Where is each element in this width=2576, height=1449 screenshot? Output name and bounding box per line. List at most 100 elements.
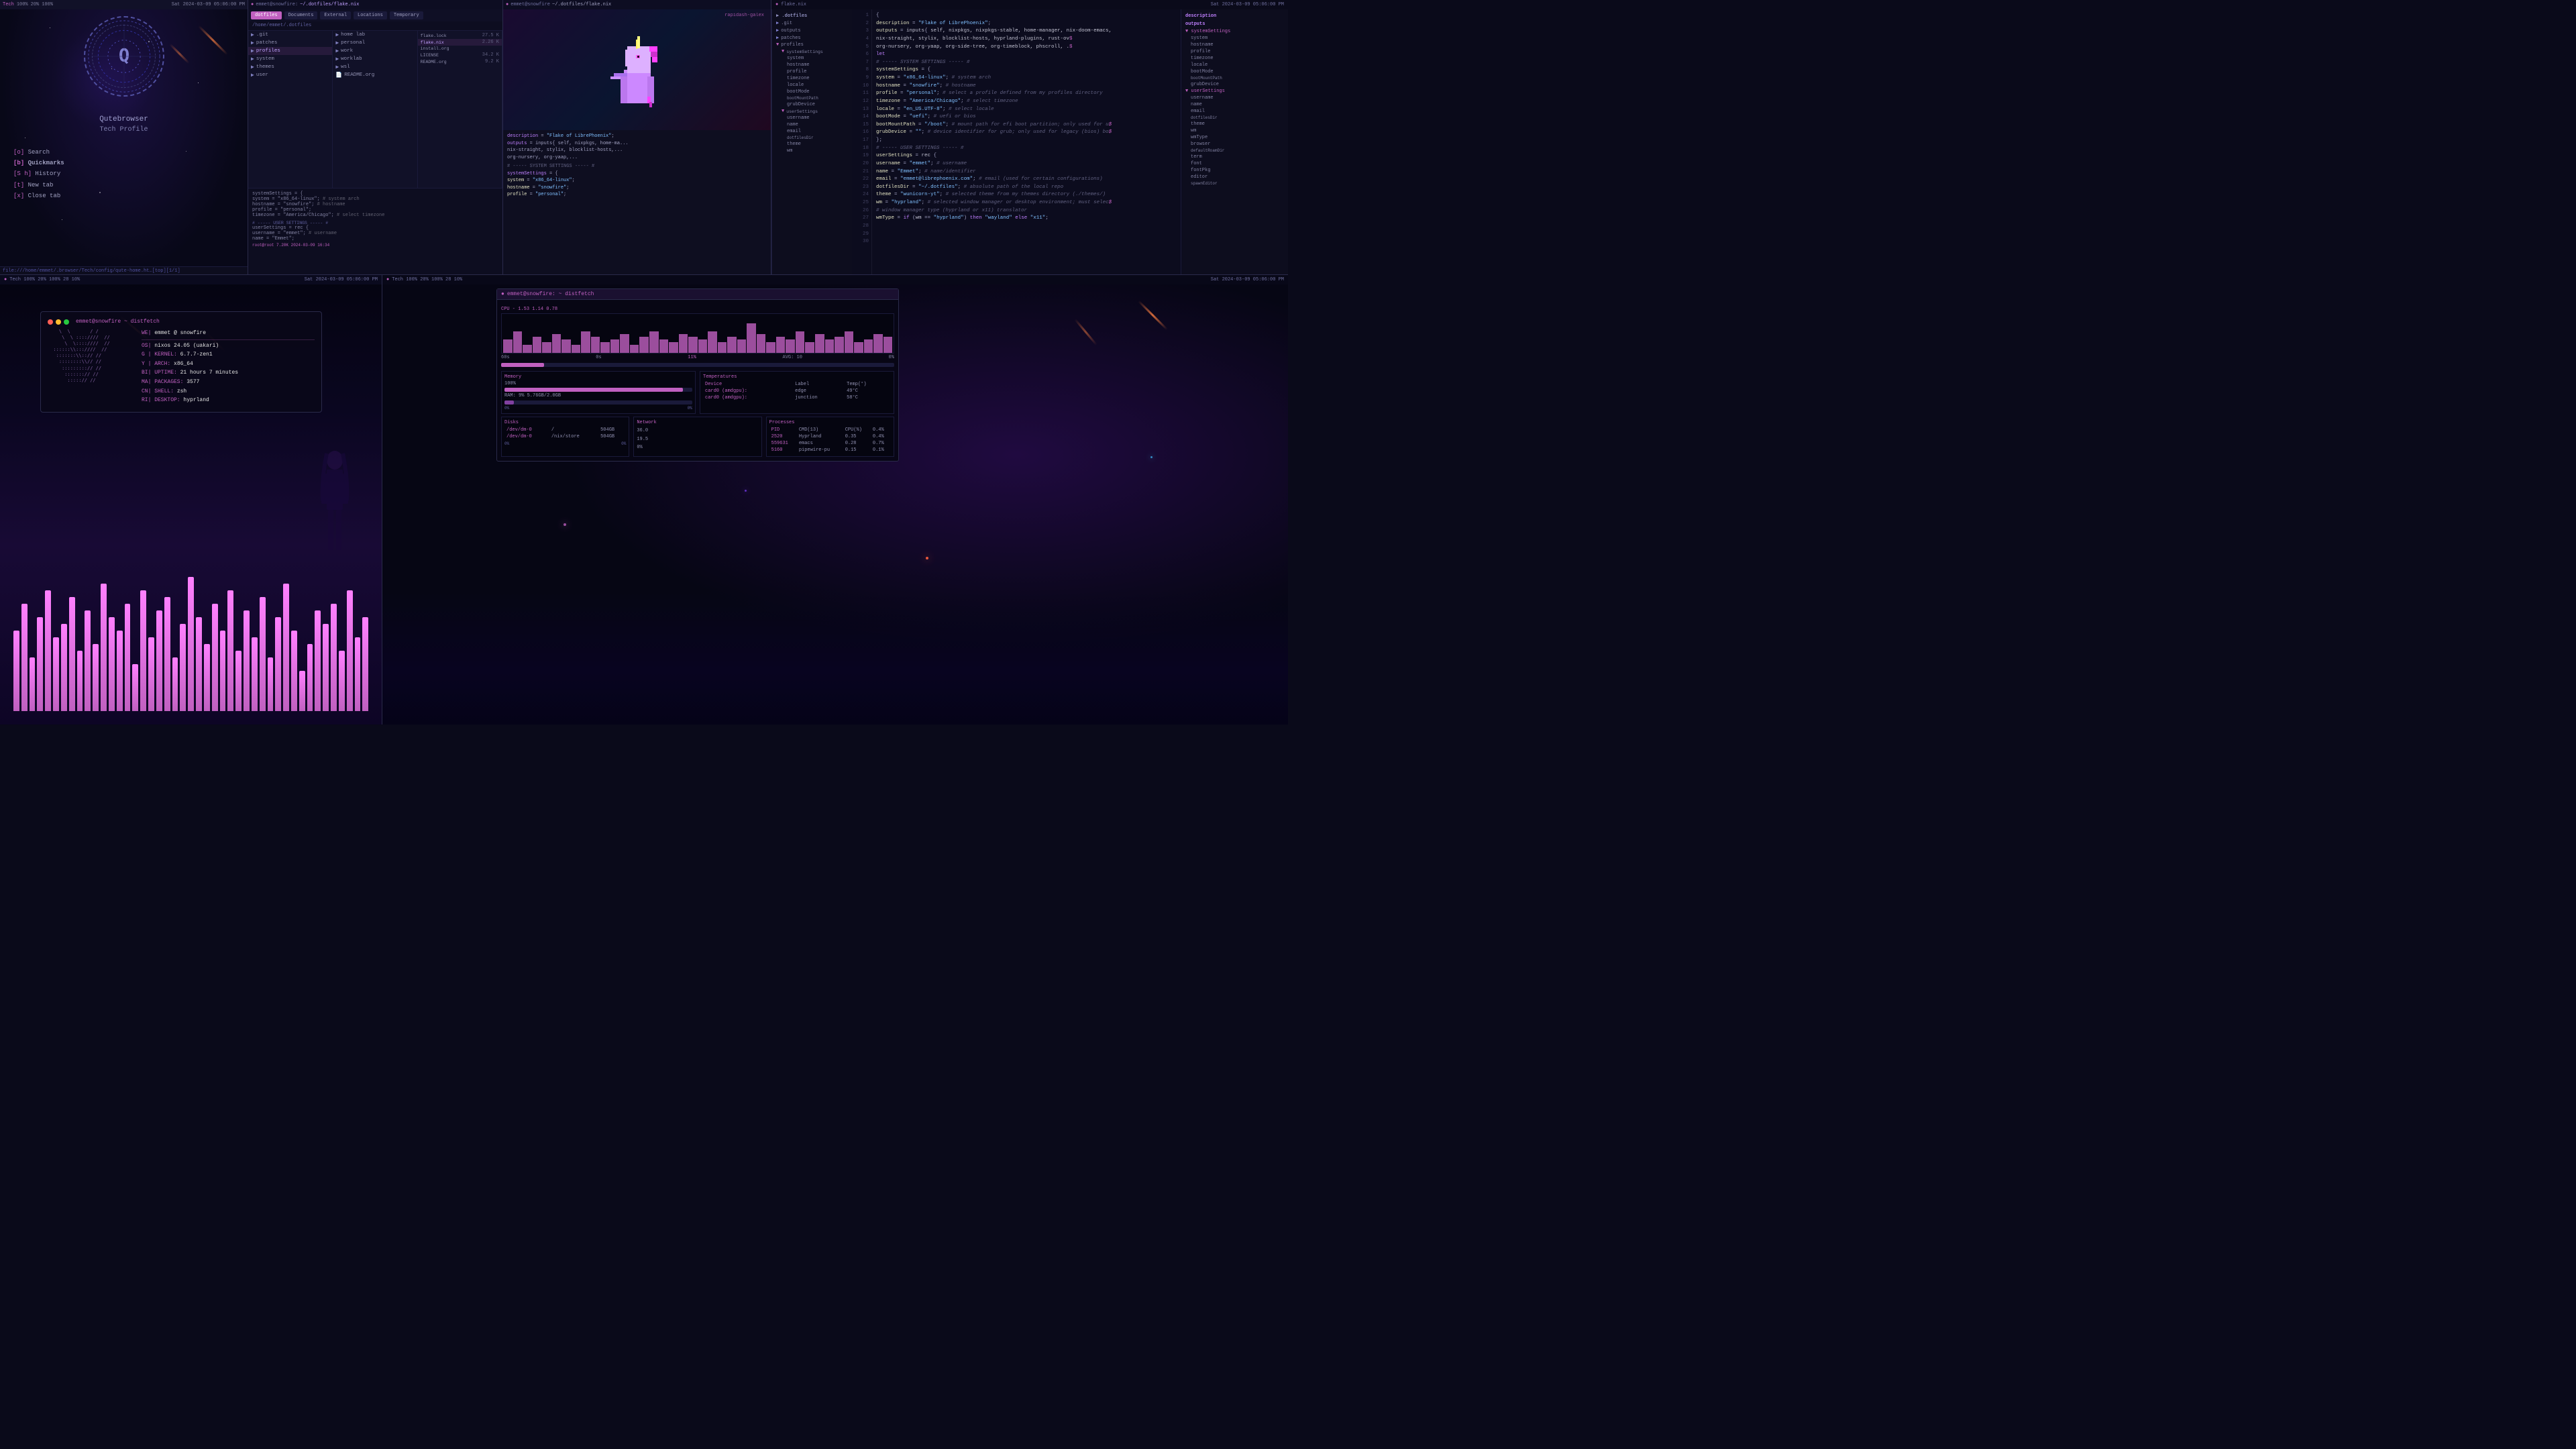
- tree-system[interactable]: system: [783, 55, 852, 62]
- tree-patches[interactable]: ▶ patches: [772, 34, 852, 42]
- filemanager: ● emmet@snowfire: ~/.dotfiles/flake.nix …: [248, 0, 503, 275]
- mem-values: RAM: 9% 5.76GB/2.0GB: [504, 393, 692, 398]
- code-8: let: [876, 51, 1177, 59]
- fm-item[interactable]: ▶ .git: [248, 31, 332, 39]
- rtree-wm: wm: [1187, 127, 1288, 134]
- eq-bar-18: [148, 637, 154, 711]
- fm-item[interactable]: flake.lock 27.5 K: [418, 32, 502, 39]
- proc-row-2: 559631 emacs 0.28 0.7%: [769, 440, 891, 447]
- fm-tab-external[interactable]: External: [320, 11, 351, 19]
- code-4: outputs = inputs{ self, nixpkgs, nixpkgs…: [876, 28, 1177, 36]
- tree-bootmode[interactable]: bootMode: [783, 89, 852, 95]
- fm-item-profiles[interactable]: ▶ profiles: [248, 47, 332, 55]
- rtree-hostname: hostname: [1187, 42, 1288, 48]
- svg-text:Q: Q: [118, 46, 129, 66]
- tree-system-settings[interactable]: ▼ systemSettings: [777, 48, 852, 55]
- fm-item[interactable]: 📄 README.org: [333, 71, 417, 79]
- fm-item-name: user: [256, 72, 268, 78]
- eq-bar-36: [291, 631, 297, 711]
- term-output-area: rapidash-galex: [724, 13, 764, 18]
- fm-item[interactable]: ▶ patches: [248, 39, 332, 47]
- nf-shell-line: CN| SHELL: zsh: [142, 387, 315, 396]
- temp-label-1: edge: [793, 388, 845, 394]
- fm-path-value: ~/.dotfiles/flake.nix: [300, 2, 359, 7]
- tree-timezone[interactable]: timezone: [783, 75, 852, 82]
- term-prompt-line[interactable]: root@root 7.20K 2024-03-09 16:34: [252, 243, 498, 248]
- fm-item-themes[interactable]: ▶ themes: [248, 63, 332, 71]
- tree-bootmountpath[interactable]: bootMountPath: [783, 95, 852, 101]
- fm-item[interactable]: install.org: [418, 46, 502, 52]
- fm-item[interactable]: ▶ worklab: [333, 55, 417, 63]
- eq-bar-34: [275, 617, 281, 711]
- sm-dot: ●: [501, 291, 504, 297]
- proc-cpu-2: 0.28: [843, 440, 871, 447]
- tree-hostname[interactable]: hostname: [783, 62, 852, 68]
- term-nix: nix-straight, stylix, blocklist-hosts,..…: [507, 147, 767, 154]
- neofetch-window: emmet@snowfire ~ distfetch \ \ / / \ \ :…: [40, 311, 322, 413]
- proc-h-pid: PID: [769, 427, 797, 433]
- code-1: {: [876, 12, 1177, 20]
- tree-profile[interactable]: profile: [783, 68, 852, 75]
- tree-locale[interactable]: locale: [783, 82, 852, 89]
- disk-dev-1: /dev/dm-0: [504, 427, 549, 433]
- tree-profiles[interactable]: ▼ profiles: [772, 42, 852, 48]
- cpu-graph-bar-33: [825, 339, 835, 353]
- fm-item[interactable]: ▶ system: [248, 55, 332, 63]
- cpu-graph-bar-37: [864, 339, 873, 353]
- fm-item-flake[interactable]: flake.nix 2.26 K: [418, 39, 502, 46]
- fm-item[interactable]: ▶ work: [333, 47, 417, 55]
- proc-pid-3: 5160: [769, 447, 797, 453]
- tree-theme[interactable]: theme: [783, 141, 852, 148]
- fm-tabs: dotfiles Documents External Locations Te…: [248, 9, 502, 21]
- tree-icon: ▼: [782, 49, 784, 54]
- tree-wm[interactable]: wm: [783, 148, 852, 154]
- fm-tab-temporary[interactable]: Temporary: [390, 11, 423, 19]
- dot-max[interactable]: [64, 319, 69, 325]
- temp-val-1: 49°C: [845, 388, 891, 394]
- rtree-term: term: [1187, 154, 1288, 160]
- eq-bar-9: [77, 651, 83, 711]
- eq-bar-17: [140, 590, 146, 711]
- temp-device-1: card0 (amdgpu):: [703, 388, 793, 394]
- tm-path: ~/.dotfiles/flake.nix: [552, 2, 611, 7]
- cpu-graph-bar-17: [669, 342, 678, 353]
- tree-dotfilesdir[interactable]: dotfilesDir: [783, 135, 852, 141]
- fm-item[interactable]: LICENSE 34.2 K: [418, 52, 502, 58]
- eq-bar-33: [268, 657, 274, 711]
- dot-close[interactable]: [48, 319, 53, 325]
- term-system-comment: # ----- SYSTEM SETTINGS ----- #: [507, 163, 767, 170]
- code-18: grubDevice = ""; # device identifier for…: [876, 129, 1177, 137]
- tree-icon: ▼: [782, 109, 784, 114]
- tree-git[interactable]: ▶ .git: [772, 19, 852, 27]
- temp-row-1: card0 (amdgpu): edge 49°C: [703, 388, 891, 394]
- tree-label: username: [787, 115, 810, 121]
- fm-item-name: work: [341, 48, 353, 54]
- tree-user-settings[interactable]: ▼ userSettings: [777, 108, 852, 115]
- code-25: email = "emmet@librephoenix.com"; # emai…: [876, 176, 1177, 184]
- fm-item[interactable]: ▶ home lab: [333, 31, 417, 39]
- disk-val: 0%: [621, 441, 626, 446]
- eq-bar-3: [30, 657, 36, 711]
- tree-name[interactable]: name: [783, 121, 852, 128]
- screen: Tech 100% 20% 100% Sat 2024-03-09 05:06:…: [0, 0, 1288, 724]
- term-stats: # ----- USER SETTINGS ----- #: [252, 221, 498, 225]
- editor-right-outline: description outputs ▼ systemSettings sys…: [1181, 9, 1288, 275]
- nf-os-line: OS| nixos 24.05 (uakari): [142, 341, 315, 351]
- dot-min[interactable]: [56, 319, 61, 325]
- tree-grubdevice[interactable]: grubDevice: [783, 101, 852, 108]
- disk-row-2: /dev/dm-0 /nix/store 504GB: [504, 433, 626, 440]
- fm-item[interactable]: ▶ wsl: [333, 63, 417, 71]
- browser-statusbar: file:///home/emmet/.browser/Tech/config/…: [0, 266, 248, 274]
- tree-outputs[interactable]: ▶ outputs: [772, 27, 852, 34]
- tree-email[interactable]: email: [783, 128, 852, 135]
- fm-tab-locations[interactable]: Locations: [354, 11, 387, 19]
- tree-label: grubDevice: [787, 102, 815, 107]
- tree-label: name: [787, 122, 798, 127]
- fm-item[interactable]: ▶ user: [248, 71, 332, 79]
- fm-tab-documents[interactable]: Documents: [284, 11, 318, 19]
- fm-item[interactable]: ▶ personal: [333, 39, 417, 47]
- fm-tab-dotfiles[interactable]: dotfiles: [251, 11, 282, 19]
- tree-username[interactable]: username: [783, 115, 852, 121]
- fm-item[interactable]: README.org 9.2 K: [418, 58, 502, 65]
- cpu-graph-bar-12: [620, 334, 629, 353]
